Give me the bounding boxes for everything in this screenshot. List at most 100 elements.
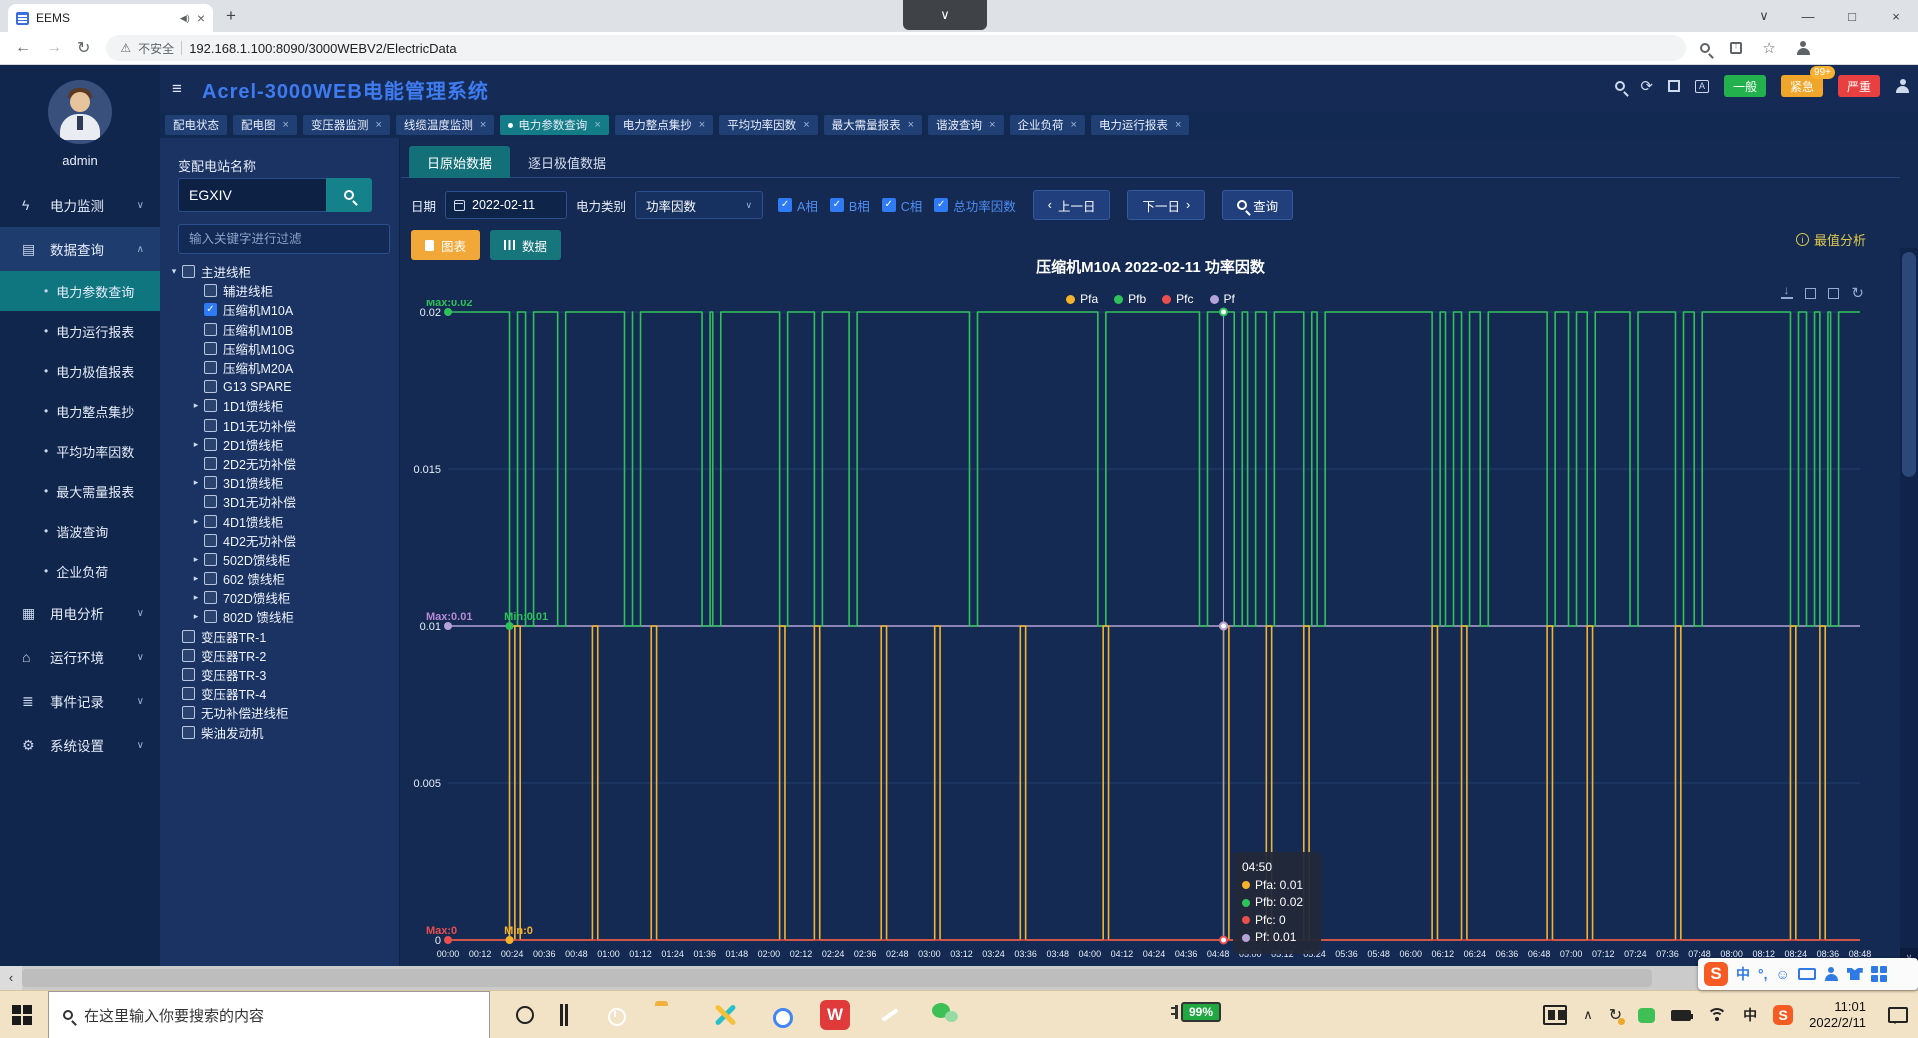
tree-node[interactable]: 2D2无功补偿 (160, 454, 400, 473)
expand-arrow-icon[interactable]: ▸ (190, 573, 202, 584)
page-tab[interactable]: 企业负荷× (1010, 115, 1085, 135)
expand-arrow-icon[interactable]: ▸ (190, 439, 202, 450)
tree-node[interactable]: 变压器TR-2 (160, 646, 400, 665)
tree-checkbox[interactable] (204, 380, 217, 393)
tree-node[interactable]: G13 SPARE (160, 377, 400, 396)
sidebar-menu-item[interactable]: ϟ电力监测∨ (0, 183, 160, 227)
close-tab-icon[interactable]: × (375, 119, 381, 131)
refresh-icon[interactable]: ⟳ (1640, 77, 1653, 95)
tree-checkbox[interactable] (204, 284, 217, 297)
tab-close-icon[interactable]: × (197, 10, 205, 26)
next-day-button[interactable]: 下一日› (1127, 190, 1205, 220)
page-tab[interactable]: 谐波查询× (928, 115, 1003, 135)
sync-tray-icon[interactable]: ↻ (1609, 1005, 1622, 1025)
tree-node[interactable]: 变压器TR-1 (160, 627, 400, 646)
tree-checkbox[interactable] (182, 649, 195, 662)
tree-node[interactable]: 压缩机M10G (160, 339, 400, 358)
sidebar-item[interactable]: •电力整点集抄 (0, 391, 160, 431)
tree-checkbox[interactable] (204, 572, 217, 585)
horizontal-scrollbar-thumb[interactable] (22, 969, 1652, 987)
tree-node[interactable]: ▸2D1馈线柜 (160, 435, 400, 454)
taskbar-search-box[interactable]: 在这里输入你要搜索的内容 (48, 991, 490, 1038)
tree-checkbox[interactable] (204, 610, 217, 623)
share-icon[interactable] (1730, 42, 1742, 54)
window-close-button[interactable]: × (1874, 0, 1918, 32)
prev-day-button[interactable]: ‹上一日 (1033, 190, 1111, 220)
page-tab[interactable]: 变压器监测× (303, 115, 390, 135)
tree-checkbox[interactable] (204, 323, 217, 336)
taskbar-clock[interactable]: 11:01 2022/2/11 (1809, 999, 1866, 1031)
sidebar-item[interactable]: •谐波查询 (0, 511, 160, 551)
tree-node[interactable]: 3D1无功补偿 (160, 492, 400, 511)
window-chevron-icon[interactable]: ∨ (1742, 0, 1786, 32)
page-tab[interactable]: 最大需量报表× (824, 115, 922, 135)
alert-urgent-button[interactable]: 紧急 99+ (1781, 75, 1823, 97)
close-tab-icon[interactable]: × (283, 119, 289, 131)
phase-checkbox[interactable]: ✓C相 (882, 196, 923, 215)
max-analysis-link[interactable]: i 最值分析 (1796, 230, 1866, 249)
translate-icon[interactable]: A (1695, 80, 1709, 93)
window-maximize-button[interactable]: □ (1830, 0, 1874, 32)
fullscreen-icon[interactable] (1668, 80, 1680, 92)
tree-checkbox[interactable] (204, 495, 217, 508)
station-search-button[interactable] (326, 178, 372, 212)
bookmark-star-icon[interactable]: ☆ (1762, 39, 1775, 57)
hidden-icons-chevron[interactable]: ∧ (1583, 1007, 1593, 1023)
tree-node[interactable]: 变压器TR-4 (160, 684, 400, 703)
expand-arrow-icon[interactable]: ▸ (190, 592, 202, 603)
vertical-scrollbar[interactable] (1900, 248, 1918, 966)
page-tab[interactable]: 线缆温度监测× (396, 115, 494, 135)
tree-node[interactable]: 辅进线柜 (160, 281, 400, 300)
tree-node[interactable]: 柴油发动机 (160, 723, 400, 742)
battery-status[interactable]: 99% (1168, 1002, 1221, 1022)
tree-node[interactable]: ▸502D馈线柜 (160, 550, 400, 569)
search-icon[interactable] (1615, 81, 1625, 91)
user-icon[interactable] (1895, 79, 1910, 94)
tree-checkbox[interactable] (204, 342, 217, 355)
back-icon[interactable]: ← (15, 39, 31, 57)
sidebar-item[interactable]: •企业负荷 (0, 551, 160, 591)
sidebar-item[interactable]: •电力参数查询 (0, 271, 160, 311)
close-tab-icon[interactable]: × (594, 119, 600, 131)
tree-checkbox[interactable] (182, 687, 195, 700)
start-button[interactable] (12, 1005, 32, 1025)
expand-arrow-icon[interactable]: ▸ (190, 516, 202, 527)
phase-checkbox[interactable]: ✓A相 (778, 196, 818, 215)
reload-icon[interactable]: ↻ (77, 38, 90, 58)
ime-skin-icon[interactable] (1847, 968, 1863, 980)
window-minimize-button[interactable]: — (1786, 0, 1830, 32)
close-tab-icon[interactable]: × (1175, 119, 1181, 131)
close-tab-icon[interactable]: × (908, 119, 914, 131)
horizontal-scrollbar[interactable]: ‹ (0, 966, 1918, 990)
vertical-scrollbar-thumb[interactable] (1902, 252, 1916, 477)
expand-arrow-icon[interactable]: ▾ (168, 266, 180, 277)
tree-checkbox[interactable] (204, 457, 217, 470)
page-tab[interactable]: 电力参数查询× (500, 115, 608, 135)
tree-node[interactable]: 无功补偿进线柜 (160, 703, 400, 722)
type-select[interactable]: 功率因数 ∨ (635, 191, 763, 219)
tab-audio-icon[interactable]: ◀) (180, 13, 190, 24)
sidebar-menu-item[interactable]: ⌂运行环境∨ (0, 635, 160, 679)
new-tab-button[interactable]: + (226, 6, 236, 26)
scroll-left-arrow[interactable]: ‹ (0, 966, 22, 990)
browser-tab[interactable]: EEMS ◀) × (8, 4, 213, 32)
powerfactor-chart[interactable]: 00.0050.010.0150.0200:0000:1200:2400:360… (408, 300, 1878, 968)
tree-filter-input[interactable] (178, 224, 390, 254)
alert-normal-button[interactable]: 一般 (1724, 75, 1766, 97)
sidebar-item[interactable]: •最大需量报表 (0, 471, 160, 511)
tree-node[interactable]: 变压器TR-3 (160, 665, 400, 684)
tree-node[interactable]: ▸1D1馈线柜 (160, 396, 400, 415)
station-search-input[interactable] (178, 178, 326, 212)
sidebar-item[interactable]: •平均功率因数 (0, 431, 160, 471)
ime-account-icon[interactable] (1824, 967, 1839, 982)
sidebar-menu-item[interactable]: ≣事件记录∨ (0, 679, 160, 723)
date-picker[interactable]: 2022-02-11 (445, 191, 567, 219)
close-tab-icon[interactable]: × (699, 119, 705, 131)
news-widget-icon[interactable] (1543, 1005, 1567, 1025)
tree-checkbox[interactable] (204, 534, 217, 547)
tree-node[interactable]: 压缩机M20A (160, 358, 400, 377)
ime-keyboard-icon[interactable] (1798, 968, 1816, 980)
ime-emoji-icon[interactable]: ☺ (1776, 966, 1790, 982)
zoom-icon[interactable] (1700, 43, 1710, 53)
page-tab[interactable]: 配电图× (233, 115, 297, 135)
